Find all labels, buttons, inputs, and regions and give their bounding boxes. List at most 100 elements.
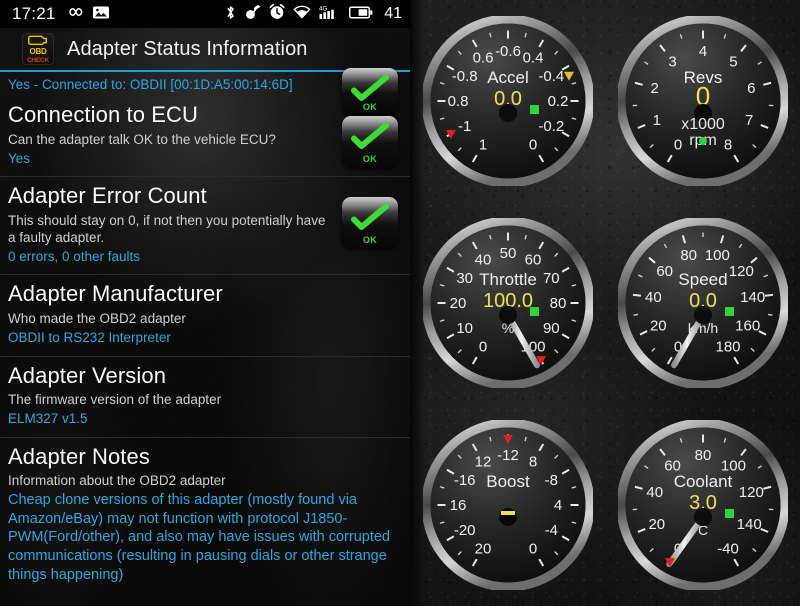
status-section[interactable]: Connection to ECU Can the adapter talk OK…	[0, 96, 410, 176]
status-bar-clock: 17:21	[12, 4, 56, 23]
gauge-tick-label: 40	[646, 484, 663, 501]
gauge-tick-label: 140	[740, 289, 765, 306]
gauge-tick-label: 0.4	[522, 50, 543, 67]
gauge-tick-label: 40	[474, 252, 491, 269]
section-description: Who made the OBD2 adapter	[8, 310, 186, 326]
connection-status-strip[interactable]: Yes - Connected to: OBDII [00:1D:A5:00:1…	[0, 68, 410, 116]
gauge-tick-label: 4	[553, 497, 561, 514]
gauge-tick-label: -20	[453, 522, 475, 539]
gauge-tick-minor	[767, 313, 773, 316]
gauge-name-label: Coolant	[673, 472, 732, 491]
gauge-cell[interactable]: 20 -20 16 -16 12 -12 8 -8 4 -4 0 Boost	[410, 404, 605, 606]
gauge-tick-label: 0	[528, 136, 536, 153]
gauge-tick-label: -12	[497, 447, 519, 464]
status-section[interactable]: Adapter Manufacturer Who made the OBD2 ad…	[0, 274, 410, 355]
cellular-signal-4g-icon: 4G	[319, 4, 341, 24]
gauge-tick-major	[764, 293, 773, 297]
gauge-revs[interactable]: 012345678Revs0x1000rpm	[617, 16, 788, 186]
gauge-status-dot	[724, 509, 734, 518]
gauge-tick-label: 20	[649, 317, 666, 334]
gauge-status-dot	[698, 137, 707, 145]
gauge-tick-label: 20	[474, 540, 491, 557]
gauge-speed[interactable]: 020406080 100120140160180Speed0.0km/h	[617, 218, 788, 388]
ok-label: OK	[362, 154, 378, 164]
gauge-tick-label: -8	[544, 472, 557, 489]
gauge-tick-label: -1	[458, 118, 471, 135]
app-icon-obd-label: OBD	[29, 46, 47, 56]
gauge-tick-label: 50	[499, 245, 516, 262]
status-section[interactable]: Adapter Version The firmware version of t…	[0, 355, 410, 437]
gauge-throttle[interactable]: 010203040 50 60708090100Throttle100.0%	[422, 218, 593, 388]
gauge-tick-label: 8	[528, 454, 536, 471]
gauge-hub-cap	[498, 104, 517, 122]
gauge-tick-label: 70	[542, 270, 559, 287]
gauge-tick-label: 10	[456, 320, 473, 337]
section-description: Can the adapter talk OK to the vehicle E…	[8, 131, 276, 147]
gauge-tick-label: -0.4	[538, 68, 564, 85]
status-ok-badge: OK	[342, 116, 398, 168]
gauge-tick-label: 20	[449, 295, 466, 312]
section-description: Information about the OBD2 adapter	[8, 473, 226, 489]
ok-label: OK	[362, 235, 378, 246]
gauge-tick-label: 6	[747, 80, 755, 97]
gauge-tick-minor	[632, 313, 638, 316]
gauge-tick-label: 2	[650, 80, 658, 97]
gauge-name-label: Throttle	[479, 270, 537, 289]
gauge-coolant[interactable]: 020406080100120140-40Coolant3.0C	[617, 420, 788, 590]
gauge-tick-label: 7	[745, 112, 753, 129]
gauge-cell[interactable]: 020406080100120140-40Coolant3.0C	[605, 404, 800, 606]
section-value: Yes	[8, 150, 31, 166]
gauge-tick-label: 20	[648, 516, 665, 533]
gauge-no-value-dash	[500, 511, 515, 515]
section-description: This should stay on 0, if not then you p…	[8, 212, 326, 245]
gauge-tick-label: 16	[449, 497, 466, 514]
gauge-hub-cap	[693, 306, 712, 324]
status-section[interactable]: Adapter Error Count This should stay on 0…	[0, 176, 410, 274]
gauge-tick-label: 160	[735, 317, 760, 334]
gauge-status-dot	[724, 307, 734, 316]
gauge-tick-label: -0.2	[538, 118, 564, 135]
gauge-cell[interactable]: 0 10 20 30 40 50 60 70 80 90 100 Throttle 100.0%	[410, 202, 605, 404]
gauge-tick-label: -4	[544, 522, 557, 539]
gauge-hub-cap	[498, 306, 517, 324]
gauge-tick-label: -16	[453, 472, 475, 489]
gauge-tick-label: 80	[694, 447, 711, 464]
gauge-tick-label: 0.6	[472, 50, 493, 67]
gauge-tick-label: 1	[652, 112, 660, 129]
gauge-accel[interactable]: 1-10.8-0.80.6-0.60.4-0.40.2-0.20Accel0.0	[422, 16, 593, 186]
section-description: The firmware version of the adapter	[8, 392, 222, 408]
bluetooth-icon	[225, 4, 236, 25]
gauge-tick-major	[632, 293, 641, 297]
gauge-hub-cap	[693, 508, 712, 526]
gauge-tick-label: 0	[673, 136, 681, 153]
section-value: ELM327 v1.5	[8, 411, 88, 427]
gauge-name-label: Boost	[486, 472, 530, 491]
section-value: Cheap clone versions of this adapter (mo…	[8, 492, 390, 583]
gauge-tick-label: 12	[474, 454, 491, 471]
gauge-tick-label: 1	[478, 136, 486, 153]
gauge-tick-label: 180	[715, 338, 740, 355]
adapter-status-panel: 17:21 4G 41 OBD CHECK Adapter Status Inf…	[0, 0, 410, 606]
status-section[interactable]: Adapter Notes Information about the OBD2 …	[0, 436, 410, 593]
gauge-cell[interactable]: 1-10.8-0.80.6-0.60.4-0.40.2-0.20Accel0.0	[410, 0, 605, 202]
checkmark-icon	[351, 122, 389, 149]
dashboard-gauges-panel: 1-10.8-0.80.6-0.60.4-0.40.2-0.20Accel0.0…	[410, 0, 800, 606]
app-icon-check-label: CHECK	[26, 56, 50, 64]
gauge-boost[interactable]: 20-20 16 -1612 -12 8 -8 4 -4 0 Boost	[422, 420, 593, 590]
gauge-unit-label: x1000	[681, 116, 725, 133]
gauge-tick-label: 0	[478, 338, 486, 355]
gauge-cell[interactable]: 012345678Revs0x1000rpm	[605, 0, 800, 202]
checkmark-icon	[351, 203, 389, 231]
section-title: Adapter Manufacturer	[8, 281, 223, 307]
app-title-bar: OBD CHECK Adapter Status Information	[0, 28, 410, 70]
gauge-cell[interactable]: 0 20 40 60 80 100 120 140 160 180 Speed 0.0 km/h	[605, 202, 800, 404]
gauge-tick-label: 80	[680, 247, 697, 264]
gauge-tick-label: 100	[704, 247, 729, 264]
infinity-icon	[65, 5, 85, 23]
gauge-tick-label: 5	[729, 53, 737, 70]
section-value: 0 errors, 0 other faults	[8, 248, 141, 264]
obd-check-app-icon: OBD CHECK	[22, 33, 54, 65]
gauge-tick-label: 140	[736, 516, 761, 533]
gauge-tick-label: 0.2	[547, 93, 568, 110]
status-sections-list: Connection to ECU Can the adapter talk OK…	[0, 96, 410, 593]
